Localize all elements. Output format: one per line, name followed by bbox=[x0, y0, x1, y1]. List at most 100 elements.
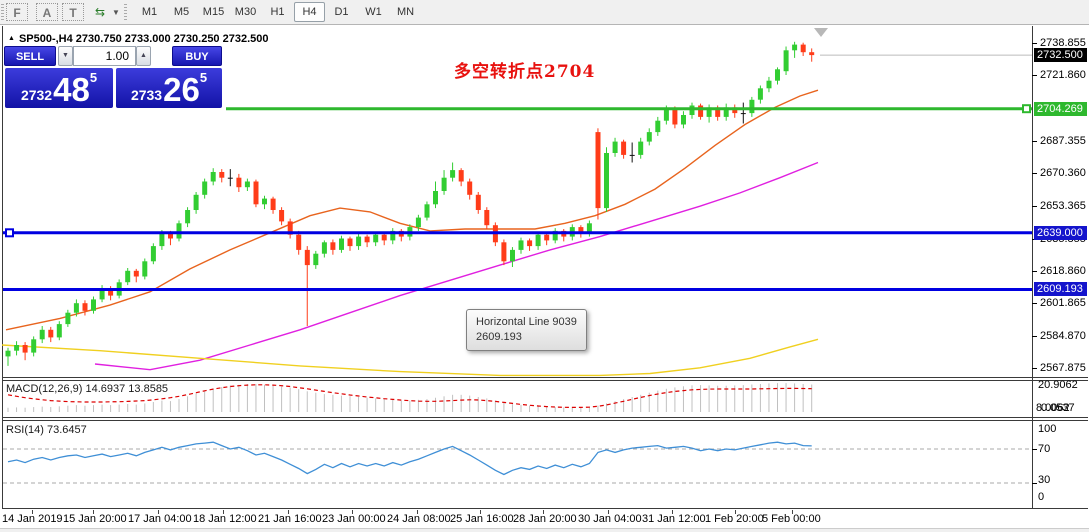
scroll-marker-icon[interactable] bbox=[814, 28, 828, 37]
candle-body bbox=[373, 234, 379, 243]
sell-price-box[interactable]: 2732 48 5 bbox=[5, 68, 113, 108]
sell-price-big: 48 bbox=[53, 71, 90, 108]
candle-body bbox=[22, 345, 28, 353]
text-box-icon[interactable]: T bbox=[62, 3, 84, 21]
candle-body bbox=[535, 234, 541, 247]
hline-tooltip-value: 2609.193 bbox=[476, 331, 522, 343]
price-axis-tick bbox=[1032, 141, 1037, 142]
candle-body bbox=[31, 339, 37, 353]
panel-divider[interactable] bbox=[2, 417, 1088, 418]
hline-tooltip: Horizontal Line 9039 2609.193 bbox=[466, 309, 587, 351]
rsi-axis-label: 0 bbox=[1038, 491, 1045, 503]
time-axis-label: 24 Jan 08:00 bbox=[387, 513, 451, 525]
price-marker-2732.500: 2732.500 bbox=[1034, 48, 1087, 62]
sell-price-sup: 5 bbox=[89, 70, 98, 85]
candle-body bbox=[193, 194, 199, 210]
timeframe-button-M1[interactable]: M1 bbox=[134, 2, 165, 22]
rsi-panel-canvas[interactable] bbox=[0, 421, 1032, 508]
buy-price-box[interactable]: 2733 26 5 bbox=[116, 68, 222, 108]
candle-body bbox=[73, 303, 79, 313]
timeframe-button-M30[interactable]: M30 bbox=[230, 2, 261, 22]
timeframe-button-H4[interactable]: H4 bbox=[294, 2, 325, 22]
timeframe-button-H1[interactable]: H1 bbox=[262, 2, 293, 22]
candle-body bbox=[809, 52, 815, 56]
time-axis-label: 28 Jan 20:00 bbox=[513, 513, 577, 525]
candle-body bbox=[313, 253, 319, 266]
timeframe-button-M15[interactable]: M15 bbox=[198, 2, 229, 22]
candle-body bbox=[681, 115, 686, 125]
price-axis-tick bbox=[1032, 43, 1037, 44]
candle-body bbox=[133, 270, 139, 277]
volume-down-button[interactable]: ▼ bbox=[58, 46, 73, 66]
candle-body bbox=[467, 181, 473, 195]
candle-body bbox=[270, 198, 276, 210]
timeframe-button-MN[interactable]: MN bbox=[390, 2, 421, 22]
timeframe-button-W1[interactable]: W1 bbox=[358, 2, 389, 22]
candle-body bbox=[775, 69, 780, 81]
candle-body bbox=[646, 132, 652, 142]
candle-body bbox=[227, 177, 233, 179]
candle-body bbox=[210, 172, 216, 182]
rsi-axis-label: 30 bbox=[1038, 474, 1051, 486]
candle-body bbox=[518, 240, 524, 250]
candle-body bbox=[783, 50, 789, 72]
chart-title-text: SP500-,H4 2730.750 2733.000 2730.250 273… bbox=[18, 33, 269, 45]
price-axis-tick bbox=[1032, 336, 1037, 337]
time-axis-label: 1 Feb 20:00 bbox=[705, 513, 764, 525]
line-anchor-handle[interactable] bbox=[5, 228, 14, 238]
candle-body bbox=[185, 210, 191, 224]
buy-button[interactable]: BUY bbox=[172, 46, 222, 66]
rsi-line bbox=[7, 441, 812, 476]
text-label-icon[interactable]: A bbox=[36, 3, 58, 21]
candle-body bbox=[424, 204, 430, 218]
time-axis-label: 30 Jan 04:00 bbox=[578, 513, 642, 525]
macd-axis-overlap-2: 0.0537 bbox=[1041, 402, 1075, 414]
candle-body bbox=[14, 345, 20, 351]
chevron-down-icon[interactable]: ▼ bbox=[112, 8, 120, 17]
chart-shift-icon[interactable]: F bbox=[6, 3, 28, 21]
toolbar-gripper-2[interactable] bbox=[124, 4, 127, 20]
ma-line-slow bbox=[1, 338, 819, 377]
candle-body bbox=[5, 350, 11, 357]
timeframe-button-M5[interactable]: M5 bbox=[166, 2, 197, 22]
candle-body bbox=[91, 299, 96, 311]
candle-body bbox=[441, 177, 447, 191]
line-anchor-handle[interactable] bbox=[1022, 104, 1031, 114]
sell-button[interactable]: SELL bbox=[4, 46, 56, 66]
macd-label: MACD(12,26,9) 14.6937 13.8585 bbox=[6, 383, 169, 395]
price-axis-label: 2601.865 bbox=[1040, 297, 1086, 309]
price-axis-label: 2670.360 bbox=[1040, 167, 1086, 179]
buy-price-prefix: 2733 bbox=[130, 87, 163, 103]
candle-body bbox=[347, 238, 353, 247]
candle-body bbox=[219, 172, 225, 178]
price-axis-label: 2721.860 bbox=[1040, 69, 1086, 81]
candle-body bbox=[339, 238, 344, 250]
candle-body bbox=[381, 234, 387, 241]
rsi-tick-30 bbox=[1032, 483, 1037, 484]
candle-body bbox=[749, 99, 755, 114]
rsi-tick-70 bbox=[1032, 449, 1037, 450]
candle-body bbox=[484, 210, 490, 226]
candle-body bbox=[604, 153, 609, 209]
chart-frame-right bbox=[1032, 26, 1033, 508]
candle-body bbox=[433, 191, 438, 205]
volume-input[interactable]: 1.00 bbox=[73, 46, 136, 66]
time-axis-label: 5 Feb 00:00 bbox=[762, 513, 821, 525]
timeframe-button-D1[interactable]: D1 bbox=[326, 2, 357, 22]
candle-body bbox=[766, 80, 772, 89]
volume-up-button[interactable]: ▲ bbox=[136, 46, 151, 66]
price-axis-tick bbox=[1032, 368, 1037, 369]
toolbar-gripper[interactable] bbox=[1, 4, 4, 20]
candle-body bbox=[125, 270, 131, 283]
rsi-axis-label: 100 bbox=[1038, 423, 1057, 435]
buy-price-sup: 5 bbox=[199, 70, 208, 85]
candle-body bbox=[415, 217, 421, 228]
time-axis-label: 25 Jan 16:00 bbox=[450, 513, 514, 525]
price-axis-label: 2618.860 bbox=[1040, 265, 1086, 277]
collapse-triangle-icon[interactable]: ▲ bbox=[8, 35, 15, 42]
macd-axis-max: 20.9062 bbox=[1038, 379, 1078, 391]
sell-price-prefix: 2732 bbox=[20, 87, 53, 103]
time-axis-label: 14 Jan 2019 bbox=[2, 513, 63, 525]
candle-body bbox=[757, 88, 763, 100]
cursor-mode-icon[interactable]: ⇆ bbox=[90, 3, 110, 21]
